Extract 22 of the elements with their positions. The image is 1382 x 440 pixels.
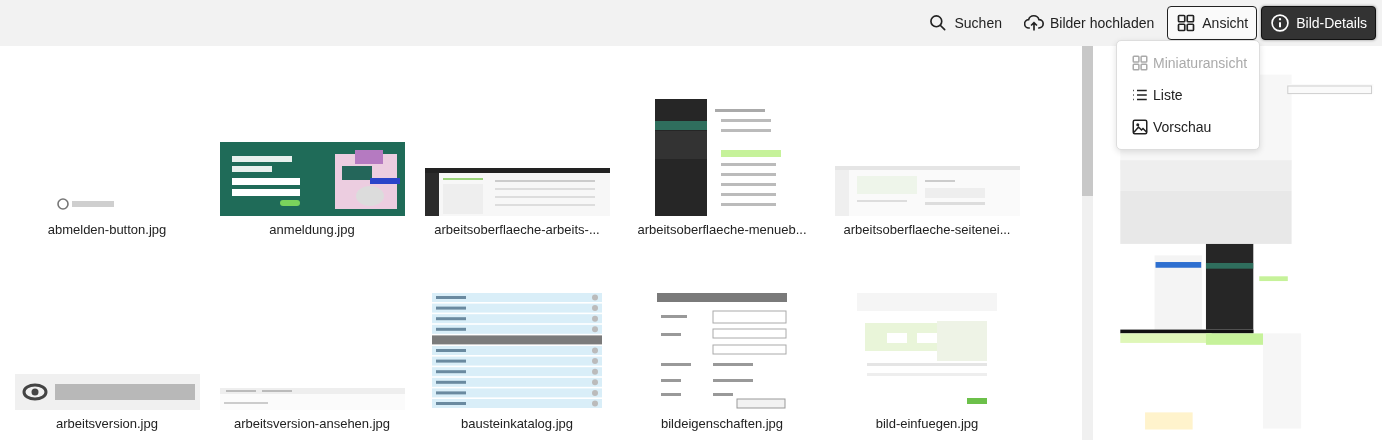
file-name: arbeitsversion.jpg <box>56 416 158 431</box>
toolbar-button[interactable]: Ansicht <box>1167 6 1258 40</box>
file-name: abmelden-button.jpg <box>47 222 167 237</box>
toolbar-button[interactable]: Bild-Details <box>1261 6 1376 40</box>
toolbar-button[interactable]: Suchen <box>919 6 1011 40</box>
menu-item[interactable]: Liste <box>1117 79 1259 111</box>
menu-item[interactable]: Vorschau <box>1117 111 1259 143</box>
grid-icon <box>1131 54 1149 72</box>
info-icon <box>1270 13 1291 33</box>
file-name: anmeldung.jpg <box>269 222 355 237</box>
file-name: bausteinkatalog.jpg <box>461 416 573 431</box>
file-name: bildeigenschaften.jpg <box>660 416 784 431</box>
file-name: arbeitsoberflaeche-menueb... <box>637 222 807 237</box>
grid-icon <box>1176 13 1197 33</box>
file-name: arbeitsoberflaeche-arbeits-... <box>434 222 600 237</box>
file-name: arbeitsversion-ansehen.jpg <box>233 416 391 431</box>
cloud-upload-icon <box>1023 13 1044 33</box>
file-name: arbeitsoberflaeche-seitenei... <box>843 222 1011 237</box>
toolbar-button[interactable]: Bilder hochladen <box>1014 6 1164 40</box>
file-name: bild-einfuegen.jpg <box>875 416 979 431</box>
image-icon <box>1131 118 1149 136</box>
scrollbar[interactable] <box>1082 46 1093 440</box>
